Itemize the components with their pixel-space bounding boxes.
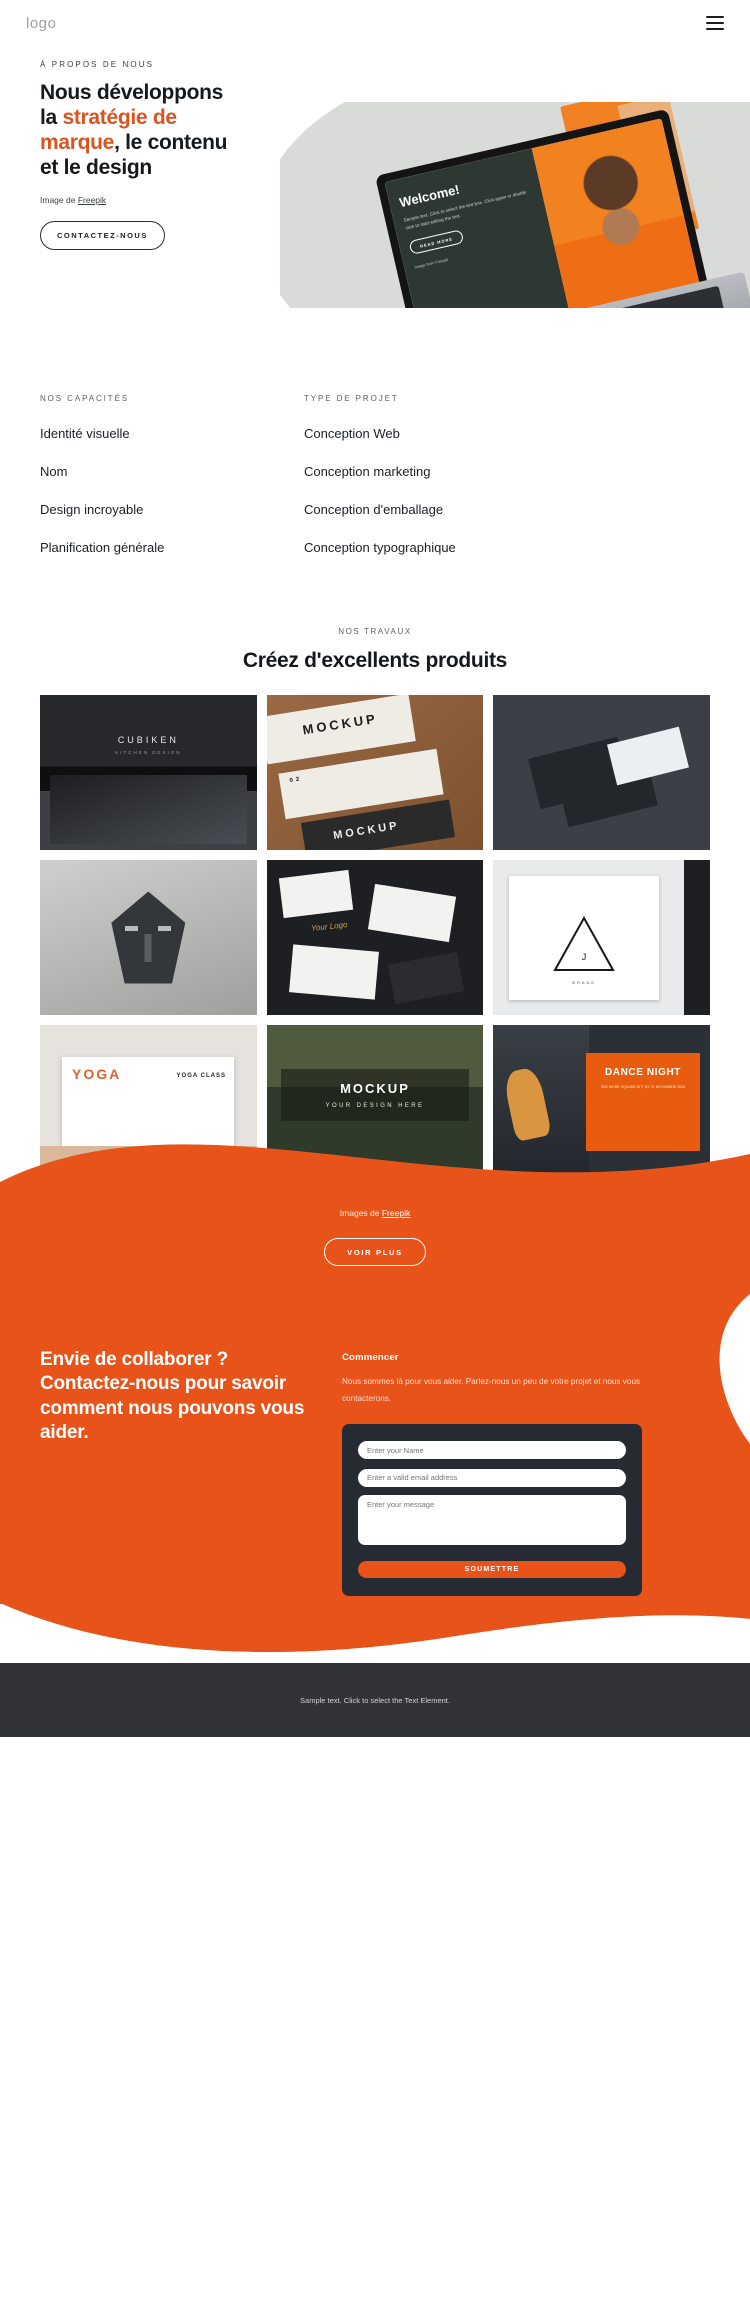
- hero-credit-prefix: Image de: [40, 194, 78, 205]
- capabilities-title: NOS CAPACITÉS: [40, 394, 130, 403]
- project-type-item: Conception typographique: [304, 540, 456, 555]
- storefront-glass: [50, 775, 247, 844]
- message-input[interactable]: [358, 1494, 626, 1545]
- portfolio-tile-dark-cards[interactable]: [493, 695, 710, 850]
- portfolio-grid: CUBIKEN KITCHEN DESIGN MOCKUP 02 MOCKUP …: [40, 695, 710, 1180]
- project-type-item: Conception d'emballage: [304, 502, 444, 517]
- orange-wave-top: [0, 1134, 750, 1204]
- dancer-figure: [502, 1066, 553, 1142]
- cta-section: Envie de collaborer ? Contactez-nous pou…: [0, 1294, 750, 1604]
- tile-subheading: YOGA CLASS: [176, 1073, 226, 1079]
- wave-shape-top: [0, 1144, 750, 1204]
- cta-form-block: Commencer Nous sommes là pour vous aider…: [342, 1348, 642, 1596]
- works-eyebrow: NOS TRAVAUX: [338, 627, 412, 636]
- hamburger-menu-icon[interactable]: [706, 16, 724, 30]
- box-face: J BRAND: [509, 876, 660, 1000]
- cta-text-block: Envie de collaborer ? Contactez-nous pou…: [40, 1348, 320, 1596]
- capability-item: Planification générale: [40, 540, 165, 555]
- mask-shape: [111, 891, 186, 984]
- name-input[interactable]: [358, 1441, 626, 1460]
- capabilities-section: NOS CAPACITÉS Identité visuelle Nom Desi…: [0, 308, 750, 555]
- svg-text:J: J: [582, 952, 587, 962]
- project-type-item: Conception Web: [304, 426, 400, 441]
- page-root: logo Welcome! Sample text. Click to sele…: [0, 0, 750, 2321]
- footer-text: Sample text. Click to select the Text El…: [300, 1695, 450, 1705]
- site-footer: Sample text. Click to select the Text El…: [0, 1663, 750, 1737]
- hero-text-block: Á PROPOS DE NOUS Nous développons la str…: [40, 60, 230, 250]
- hero-section: Welcome! Sample text. Click to select th…: [0, 46, 750, 308]
- contact-form: SOUMETTRE: [342, 1423, 642, 1596]
- hero-image-credit: Image de Freepik: [40, 195, 230, 205]
- cta-paragraph: Nous sommes là pour vous aider. Parlez-n…: [342, 1377, 641, 1403]
- works-credit-link[interactable]: Freepik: [382, 1208, 410, 1218]
- contact-us-button[interactable]: CONTACTEZ-NOUS: [40, 220, 165, 250]
- capability-item: Design incroyable: [40, 502, 144, 517]
- tile-subheading: KITCHEN DESIGN: [115, 750, 182, 755]
- tile-subheading: YOUR DESIGN HERE: [325, 1103, 425, 1109]
- tile-heading: MOCKUP: [301, 710, 379, 738]
- hero-eyebrow: Á PROPOS DE NOUS: [40, 60, 155, 69]
- submit-button[interactable]: SOUMETTRE: [358, 1560, 626, 1578]
- portfolio-tile-mockup-cards[interactable]: MOCKUP 02 MOCKUP: [266, 695, 484, 850]
- portfolio-tile-scattered-cards[interactable]: Your Logo: [266, 860, 484, 1015]
- capabilities-column-1: NOS CAPACITÉS Identité visuelle Nom Desi…: [40, 394, 252, 555]
- tile-heading: Your Logo: [310, 920, 348, 933]
- email-input[interactable]: [358, 1468, 626, 1487]
- works-title: Créez d'excellents produits: [242, 649, 508, 672]
- portfolio-tile-mask[interactable]: [40, 860, 257, 1015]
- works-section: NOS TRAVAUX Créez d'excellents produits …: [0, 627, 750, 1180]
- works-credit-prefix: Images de: [339, 1208, 382, 1218]
- cta-heading: Envie de collaborer ? Contactez-nous pou…: [40, 1349, 305, 1443]
- tile-heading: YOGA: [72, 1066, 122, 1082]
- portfolio-tile-cubiken[interactable]: CUBIKEN KITCHEN DESIGN: [40, 695, 257, 850]
- project-type-title: TYPE DE PROJET: [304, 394, 399, 403]
- logo[interactable]: logo: [26, 15, 56, 32]
- laptop-read-more-button: READ MORE: [408, 229, 465, 256]
- hero-image: Welcome! Sample text. Click to select th…: [280, 102, 750, 308]
- wave-shape-bottom: [0, 1603, 750, 1663]
- works-footer-band: Images de Freepik VOIR PLUS: [0, 1204, 750, 1294]
- page-title: Nous développons la stratégie de marque,…: [40, 81, 230, 181]
- capabilities-column-2: TYPE DE PROJET Conception Web Conception…: [304, 394, 516, 555]
- tile-subheading: SEE MORE SQUARE ATT, NY 21 NOVEMBRE 2024: [600, 1085, 686, 1089]
- tile-subheading: MOCKUP: [332, 819, 401, 842]
- cta-subtitle: Commencer: [342, 1352, 399, 1363]
- tile-heading: BRAND: [572, 980, 597, 985]
- hero-credit-link[interactable]: Freepik: [78, 195, 106, 205]
- tile-tag: 02: [288, 776, 303, 785]
- capability-item: Identité visuelle: [40, 426, 130, 441]
- project-type-item: Conception marketing: [304, 464, 431, 479]
- works-image-credit: Images de Freepik: [0, 1204, 750, 1218]
- site-header: logo: [0, 0, 750, 46]
- triangle-icon: J: [553, 916, 616, 971]
- tile-heading: MOCKUP: [340, 1081, 410, 1096]
- tile-heading: CUBIKEN: [117, 735, 179, 745]
- capability-item: Nom: [40, 464, 68, 479]
- tile-heading: DANCE NIGHT: [604, 1067, 682, 1078]
- portfolio-tile-triangle-box[interactable]: J BRAND: [493, 860, 710, 1015]
- see-more-button[interactable]: VOIR PLUS: [324, 1238, 426, 1266]
